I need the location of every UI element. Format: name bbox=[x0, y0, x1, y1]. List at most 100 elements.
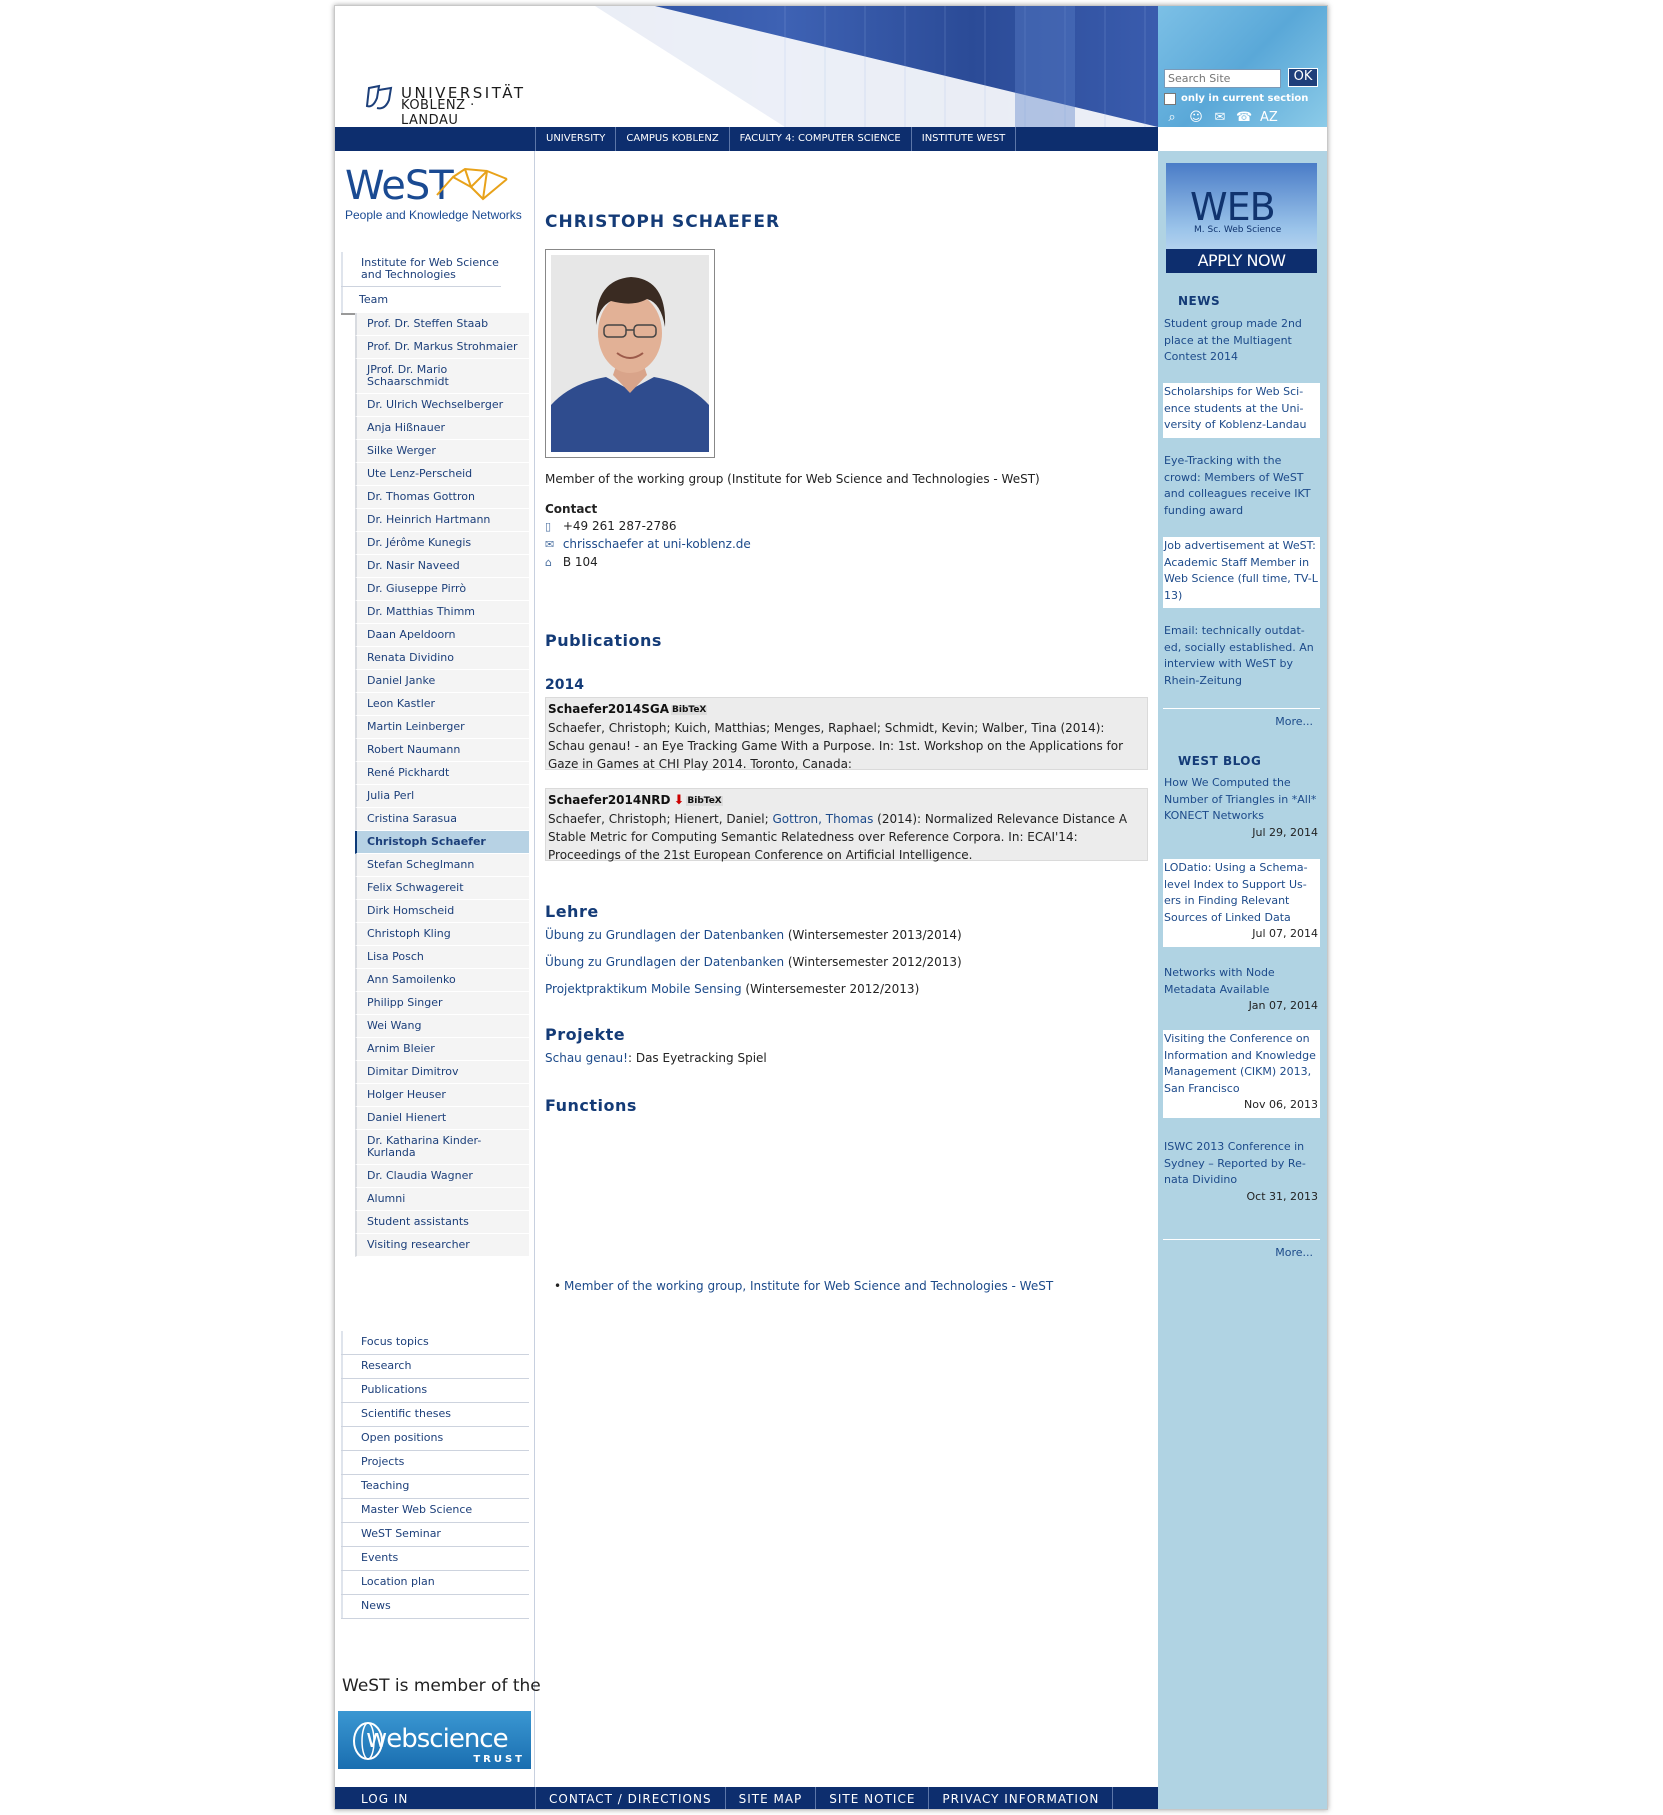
person-icon[interactable]: ☺ bbox=[1188, 111, 1204, 125]
search-ok-button[interactable]: OK bbox=[1288, 68, 1318, 87]
team-member-item[interactable]: Ann Samoilenko bbox=[355, 969, 529, 992]
course-link[interactable]: Übung zu Grundlagen der Datenbanken bbox=[545, 955, 784, 969]
sidebar-item-open-positions[interactable]: Open positions bbox=[341, 1427, 529, 1451]
blog-item[interactable]: How We Computed the Number of Triangles … bbox=[1163, 774, 1320, 845]
blog-item[interactable]: Networks with Node Metadata Available Ja… bbox=[1163, 964, 1320, 1019]
team-member-item[interactable]: JProf. Dr. Mario Schaarschmidt bbox=[355, 359, 529, 394]
team-member-item[interactable]: Stefan Scheglmann bbox=[355, 854, 529, 877]
bibtex-link[interactable]: BibTeX bbox=[671, 705, 708, 715]
mail-icon[interactable]: ✉ bbox=[1212, 111, 1228, 125]
apply-now-banner[interactable]: WEB M. Sc. Web Science APPLY NOW bbox=[1166, 163, 1317, 273]
news-item[interactable]: Job advertisement at WeST: Academic Staf… bbox=[1163, 537, 1320, 608]
footer-privacy-link[interactable]: PRIVACY INFORMATION bbox=[928, 1787, 1114, 1809]
news-item[interactable]: Eye-Tracking with the crowd: Members of … bbox=[1163, 452, 1320, 523]
topnav-institute-west[interactable]: INSTITUTE WEST bbox=[912, 127, 1017, 151]
topnav-university[interactable]: UNIVERSITY bbox=[535, 127, 617, 151]
team-member-item[interactable]: Felix Schwagereit bbox=[355, 877, 529, 900]
team-member-item[interactable]: Arnim Bleier bbox=[355, 1038, 529, 1061]
team-member-item[interactable]: Julia Perl bbox=[355, 785, 529, 808]
course-link[interactable]: Projektpraktikum Mobile Sensing bbox=[545, 982, 742, 996]
sidebar-item-master-web-science[interactable]: Master Web Science bbox=[341, 1499, 529, 1523]
team-member-item[interactable]: Holger Heuser bbox=[355, 1084, 529, 1107]
team-member-item[interactable]: Dr. Claudia Wagner bbox=[355, 1165, 529, 1188]
team-member-item[interactable]: Martin Leinberger bbox=[355, 716, 529, 739]
team-member-item[interactable]: Cristina Sarasua bbox=[355, 808, 529, 831]
team-member-item[interactable]: Dr. Ulrich Wechselberger bbox=[355, 394, 529, 417]
team-member-item[interactable]: Dirk Homscheid bbox=[355, 900, 529, 923]
sidebar-item-west-seminar[interactable]: WeST Seminar bbox=[341, 1523, 529, 1547]
team-member-item[interactable]: Dr. Katharina Kinder-Kurlanda bbox=[355, 1130, 529, 1165]
team-member-item[interactable]: Leon Kastler bbox=[355, 693, 529, 716]
blog-more-link[interactable]: More... bbox=[1163, 1246, 1313, 1259]
sidebar-item-events[interactable]: Events bbox=[341, 1547, 529, 1571]
login-link[interactable]: LOG IN bbox=[361, 1787, 408, 1809]
footer-sitemap-link[interactable]: SITE MAP bbox=[724, 1787, 816, 1809]
sidebar-item-teaching[interactable]: Teaching bbox=[341, 1475, 529, 1499]
team-member-item[interactable]: Dimitar Dimitrov bbox=[355, 1061, 529, 1084]
team-member-item[interactable]: Daniel Janke bbox=[355, 670, 529, 693]
team-member-item[interactable]: Alumni bbox=[355, 1188, 529, 1211]
team-member-item[interactable]: Philipp Singer bbox=[355, 992, 529, 1015]
function-item-link[interactable]: Member of the working group, Institute f… bbox=[554, 1279, 1053, 1293]
search-input[interactable] bbox=[1164, 69, 1281, 88]
team-member-item[interactable]: Silke Werger bbox=[355, 440, 529, 463]
team-member-item[interactable]: Dr. Jérôme Kunegis bbox=[355, 532, 529, 555]
team-member-item[interactable]: René Pickhardt bbox=[355, 762, 529, 785]
blog-item-title: ISWC 2013 Conference in Sydney – Reporte… bbox=[1164, 1140, 1306, 1186]
bibtex-link[interactable]: BibTeX bbox=[686, 796, 723, 806]
sidebar-item-publications[interactable]: Publications bbox=[341, 1379, 529, 1403]
team-member-item[interactable]: Lisa Posch bbox=[355, 946, 529, 969]
blog-item[interactable]: Visiting the Conference on Information a… bbox=[1163, 1030, 1320, 1118]
team-member-item[interactable]: Dr. Heinrich Hartmann bbox=[355, 509, 529, 532]
team-member-item[interactable]: Student assistants bbox=[355, 1211, 529, 1234]
footer-contact-link[interactable]: CONTACT / DIRECTIONS bbox=[535, 1787, 725, 1809]
search-icon[interactable]: ⌕ bbox=[1164, 111, 1180, 125]
team-member-item[interactable]: Prof. Dr. Markus Strohmaier bbox=[355, 336, 529, 359]
team-member-item[interactable]: Anja Hißnauer bbox=[355, 417, 529, 440]
phone-icon[interactable]: ☎ bbox=[1236, 111, 1252, 125]
sidebar-item-scientific-theses[interactable]: Scientific theses bbox=[341, 1403, 529, 1427]
topnav-faculty-4[interactable]: FACULTY 4: COMPUTER SCIENCE bbox=[730, 127, 912, 151]
team-member-item-selected[interactable]: Christoph Schaefer bbox=[355, 831, 529, 854]
team-member-item[interactable]: Prof. Dr. Steffen Staab bbox=[355, 313, 529, 336]
team-member-item[interactable]: Robert Naumann bbox=[355, 739, 529, 762]
news-item[interactable]: Email: technically outdat-ed, socially e… bbox=[1163, 622, 1320, 693]
university-logo[interactable]: UNIVERSITÄT KOBLENZ · LANDAU bbox=[365, 84, 530, 128]
team-member-item[interactable]: Renata Dividino bbox=[355, 647, 529, 670]
news-more-link[interactable]: More... bbox=[1163, 715, 1313, 728]
news-item[interactable]: Scholarships for Web Sci-ence students a… bbox=[1163, 383, 1320, 438]
news-item[interactable]: Student group made 2nd place at the Mult… bbox=[1163, 315, 1320, 370]
course-link[interactable]: Übung zu Grundlagen der Datenbanken bbox=[545, 928, 784, 942]
topnav-campus-koblenz[interactable]: CAMPUS KOBLENZ bbox=[616, 127, 730, 151]
blog-item[interactable]: LODatio: Using a Schema-level Index to S… bbox=[1163, 859, 1320, 947]
footer-site-notice-link[interactable]: SITE NOTICE bbox=[815, 1787, 928, 1809]
blog-item[interactable]: ISWC 2013 Conference in Sydney – Reporte… bbox=[1163, 1138, 1320, 1209]
sidebar-item-research[interactable]: Research bbox=[341, 1355, 529, 1379]
sidebar-item-projects[interactable]: Projects bbox=[341, 1451, 529, 1475]
team-member-item[interactable]: Wei Wang bbox=[355, 1015, 529, 1038]
team-member-item[interactable]: Dr. Matthias Thimm bbox=[355, 601, 529, 624]
sidebar-item-team[interactable]: Team bbox=[341, 287, 529, 315]
project-link[interactable]: Schau genau! bbox=[545, 1051, 628, 1065]
team-member-item[interactable]: Ute Lenz-Perscheid bbox=[355, 463, 529, 486]
pdf-icon[interactable]: ⬇ bbox=[673, 793, 684, 808]
current-section-label: only in current section bbox=[1181, 93, 1309, 104]
team-member-item[interactable]: Daan Apeldoorn bbox=[355, 624, 529, 647]
sidebar-item-focus-topics[interactable]: Focus topics bbox=[341, 1331, 529, 1355]
west-logo[interactable]: WeST People and Knowledge Networks bbox=[345, 163, 525, 223]
team-member-item[interactable]: Dr. Giuseppe Pirrò bbox=[355, 578, 529, 601]
sidebar-item-institute[interactable]: Institute for Web Science and Technologi… bbox=[341, 252, 501, 287]
coauthor-link[interactable]: Gottron, Thomas bbox=[772, 812, 873, 826]
team-member-item[interactable]: Dr. Thomas Gottron bbox=[355, 486, 529, 509]
webscience-trust-logo[interactable]: webscience TRUST bbox=[338, 1711, 531, 1769]
contact-email-link[interactable]: chrisschaefer at uni-koblenz.de bbox=[563, 537, 751, 551]
sidebar-item-location-plan[interactable]: Location plan bbox=[341, 1571, 529, 1595]
apply-now-button[interactable]: APPLY NOW bbox=[1166, 249, 1317, 273]
team-member-item[interactable]: Dr. Nasir Naveed bbox=[355, 555, 529, 578]
team-member-item[interactable]: Daniel Hienert bbox=[355, 1107, 529, 1130]
sidebar-item-news[interactable]: News bbox=[341, 1595, 529, 1619]
az-icon[interactable]: AZ bbox=[1260, 111, 1278, 125]
team-member-item[interactable]: Christoph Kling bbox=[355, 923, 529, 946]
team-member-item[interactable]: Visiting researcher bbox=[355, 1234, 529, 1257]
current-section-checkbox[interactable] bbox=[1164, 93, 1176, 105]
